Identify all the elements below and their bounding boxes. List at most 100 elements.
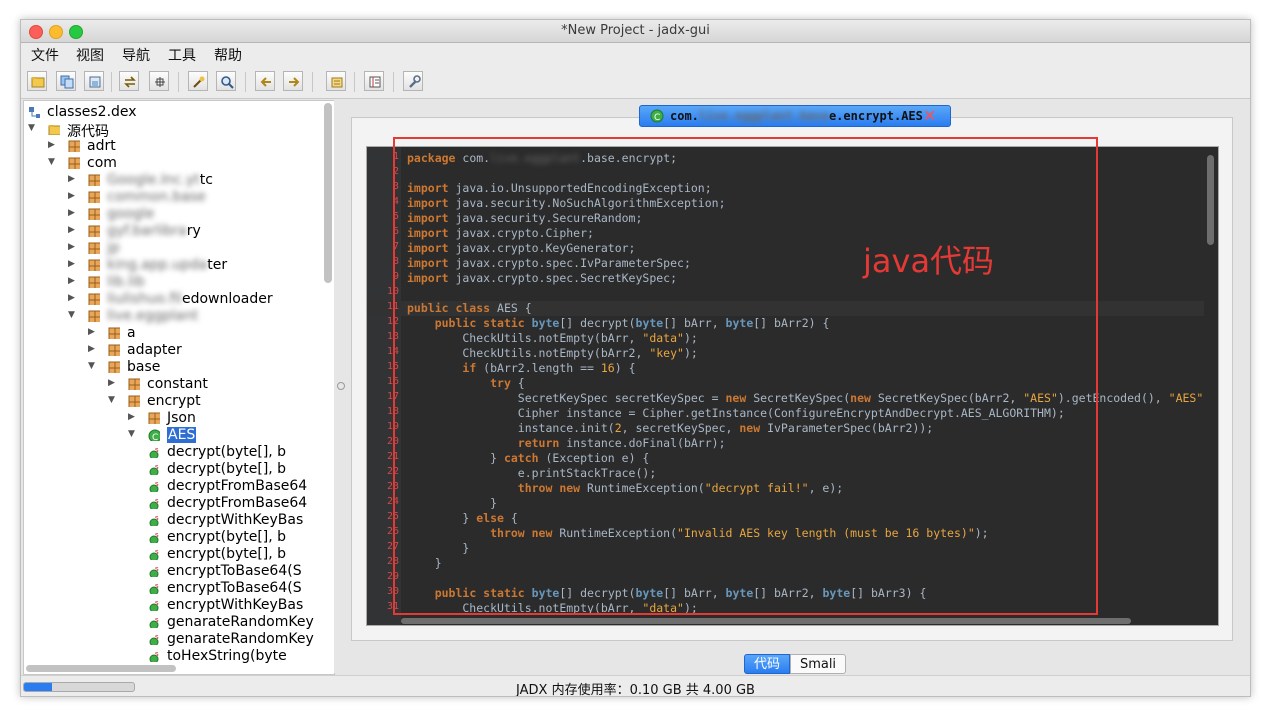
- svg-text:C: C: [152, 433, 158, 441]
- search-text-icon: [193, 76, 205, 88]
- collapsed-arrow-icon[interactable]: ▶: [68, 276, 78, 286]
- tree-item-label: encryptWithKeyBas: [167, 597, 304, 613]
- tree-item-label: base: [127, 359, 161, 375]
- wrench-button[interactable]: [403, 71, 423, 91]
- log-button[interactable]: [326, 71, 346, 91]
- tree-item-label: decryptFromBase64: [167, 495, 308, 511]
- search-class-button[interactable]: [216, 71, 236, 91]
- collapsed-arrow-icon[interactable]: ▶: [68, 225, 78, 235]
- window-title: *New Project - jadx-gui: [561, 23, 710, 38]
- menu-navigate[interactable]: 导航: [122, 45, 150, 65]
- tree-item-label: a: [127, 325, 136, 341]
- svg-text:s: s: [155, 514, 159, 522]
- tree-item-label: decrypt(byte[], b: [167, 461, 287, 477]
- menu-help[interactable]: 帮助: [214, 45, 242, 65]
- collapsed-arrow-icon[interactable]: ▶: [68, 174, 78, 184]
- pane-splitter[interactable]: [334, 100, 348, 673]
- package-icon: [108, 344, 120, 356]
- annotation-highlight-box: [393, 137, 1098, 615]
- tree-item-label: google: [107, 206, 155, 222]
- method-icon: s: [149, 599, 159, 611]
- expanded-arrow-icon[interactable]: ▼: [88, 361, 98, 371]
- collapsed-arrow-icon[interactable]: ▶: [128, 412, 138, 422]
- package-icon: [68, 157, 80, 169]
- editor-vertical-scrollbar[interactable]: [1204, 147, 1218, 625]
- collapsed-arrow-icon[interactable]: ▶: [68, 208, 78, 218]
- open-folder-button[interactable]: [27, 71, 47, 91]
- tree-item-label: common.base: [107, 189, 206, 205]
- package-icon: [88, 225, 100, 237]
- menu-tools[interactable]: 工具: [168, 45, 196, 65]
- tree-item-label: genarateRandomKey: [167, 614, 314, 630]
- expanded-arrow-icon[interactable]: ▼: [108, 395, 118, 405]
- class-icon: C: [148, 429, 160, 441]
- package-icon: [88, 242, 100, 254]
- package-icon: [88, 174, 100, 186]
- menu-bar: 文件 视图 导航 工具 帮助: [21, 43, 1250, 64]
- package-icon: [88, 276, 100, 288]
- export-button[interactable]: [84, 71, 104, 91]
- forward-icon: [289, 77, 300, 87]
- sync-button[interactable]: [119, 71, 139, 91]
- package-icon: [88, 208, 100, 220]
- editor-vertical-scroll-thumb[interactable]: [1207, 155, 1214, 245]
- editor-tab-aes[interactable]: C com.live.eggplant.basee.encrypt.AES ✕: [639, 105, 951, 127]
- back-button[interactable]: [255, 71, 275, 91]
- tree-vertical-scrollbar[interactable]: [324, 101, 332, 674]
- flatten-icon: [155, 77, 165, 87]
- flatten-button[interactable]: [149, 71, 169, 91]
- title-bar: *New Project - jadx-gui: [21, 20, 1250, 43]
- method-icon: s: [149, 616, 159, 628]
- export-icon: [89, 76, 101, 88]
- tree-item-label: gyf.barlibrary: [107, 223, 201, 239]
- tree-item-label: king.app.updater: [107, 257, 228, 273]
- method-icon: s: [149, 514, 159, 526]
- svg-text:s: s: [155, 633, 159, 641]
- collapsed-arrow-icon[interactable]: ▶: [88, 327, 98, 337]
- tab-smali[interactable]: Smali: [790, 654, 846, 674]
- tab-code[interactable]: 代码: [744, 654, 790, 674]
- expanded-arrow-icon[interactable]: ▼: [128, 429, 138, 439]
- memory-status-text: JADX 内存使用率：0.10 GB 共 4.00 GB: [516, 683, 755, 697]
- package-icon: [108, 361, 120, 373]
- tree-horizontal-scrollbar[interactable]: [26, 665, 176, 672]
- package-icon: [148, 412, 160, 424]
- tree-item-label: encrypt(byte[], b: [167, 546, 287, 562]
- save-all-button[interactable]: [56, 71, 76, 91]
- project-tree[interactable]: classes2.dex ▼ 源代码 ▶ adrt ▼ com ▶ Google.Inc.ytt…: [23, 100, 335, 675]
- collapsed-arrow-icon[interactable]: ▶: [108, 378, 118, 388]
- expanded-arrow-icon[interactable]: ▼: [68, 310, 78, 320]
- tree-item-label: encryptToBase64(S: [167, 563, 302, 579]
- svg-text:C: C: [654, 113, 660, 123]
- menu-file[interactable]: 文件: [31, 45, 59, 65]
- method-icon: s: [149, 548, 159, 560]
- collapsed-arrow-icon[interactable]: ▶: [68, 293, 78, 303]
- collapsed-arrow-icon[interactable]: ▶: [88, 344, 98, 354]
- tree-item-label: live.eggplant: [107, 308, 199, 324]
- collapsed-arrow-icon[interactable]: ▶: [68, 191, 78, 201]
- collapsed-arrow-icon[interactable]: ▶: [68, 259, 78, 269]
- collapsed-arrow-icon[interactable]: ▶: [68, 242, 78, 252]
- forward-button[interactable]: [283, 71, 303, 91]
- splitter-handle[interactable]: [337, 382, 345, 390]
- editor-tab-label: com.live.eggplant.basee.encrypt.AES: [670, 109, 923, 123]
- tree-vertical-scroll-thumb[interactable]: [324, 103, 332, 283]
- back-icon: [260, 77, 271, 87]
- editor-horizontal-scrollbar[interactable]: [401, 616, 1204, 625]
- tree-item-label: Json: [167, 410, 196, 426]
- search-text-button[interactable]: [188, 71, 208, 91]
- preferences-button[interactable]: [364, 71, 384, 91]
- tree-item-label: com: [87, 155, 117, 171]
- tree-item-label: adapter: [127, 342, 182, 358]
- collapsed-arrow-icon[interactable]: ▶: [48, 140, 58, 150]
- method-icon: s: [149, 582, 159, 594]
- expanded-arrow-icon[interactable]: ▼: [28, 123, 38, 133]
- svg-text:s: s: [155, 548, 159, 556]
- svg-text:s: s: [155, 582, 159, 590]
- svg-text:s: s: [155, 565, 159, 573]
- expanded-arrow-icon[interactable]: ▼: [48, 157, 58, 167]
- tree-item-label: lib.lib: [107, 274, 145, 290]
- menu-view[interactable]: 视图: [76, 45, 104, 65]
- close-tab-icon[interactable]: ✕: [923, 106, 936, 125]
- editor-horizontal-scroll-thumb[interactable]: [401, 618, 1131, 624]
